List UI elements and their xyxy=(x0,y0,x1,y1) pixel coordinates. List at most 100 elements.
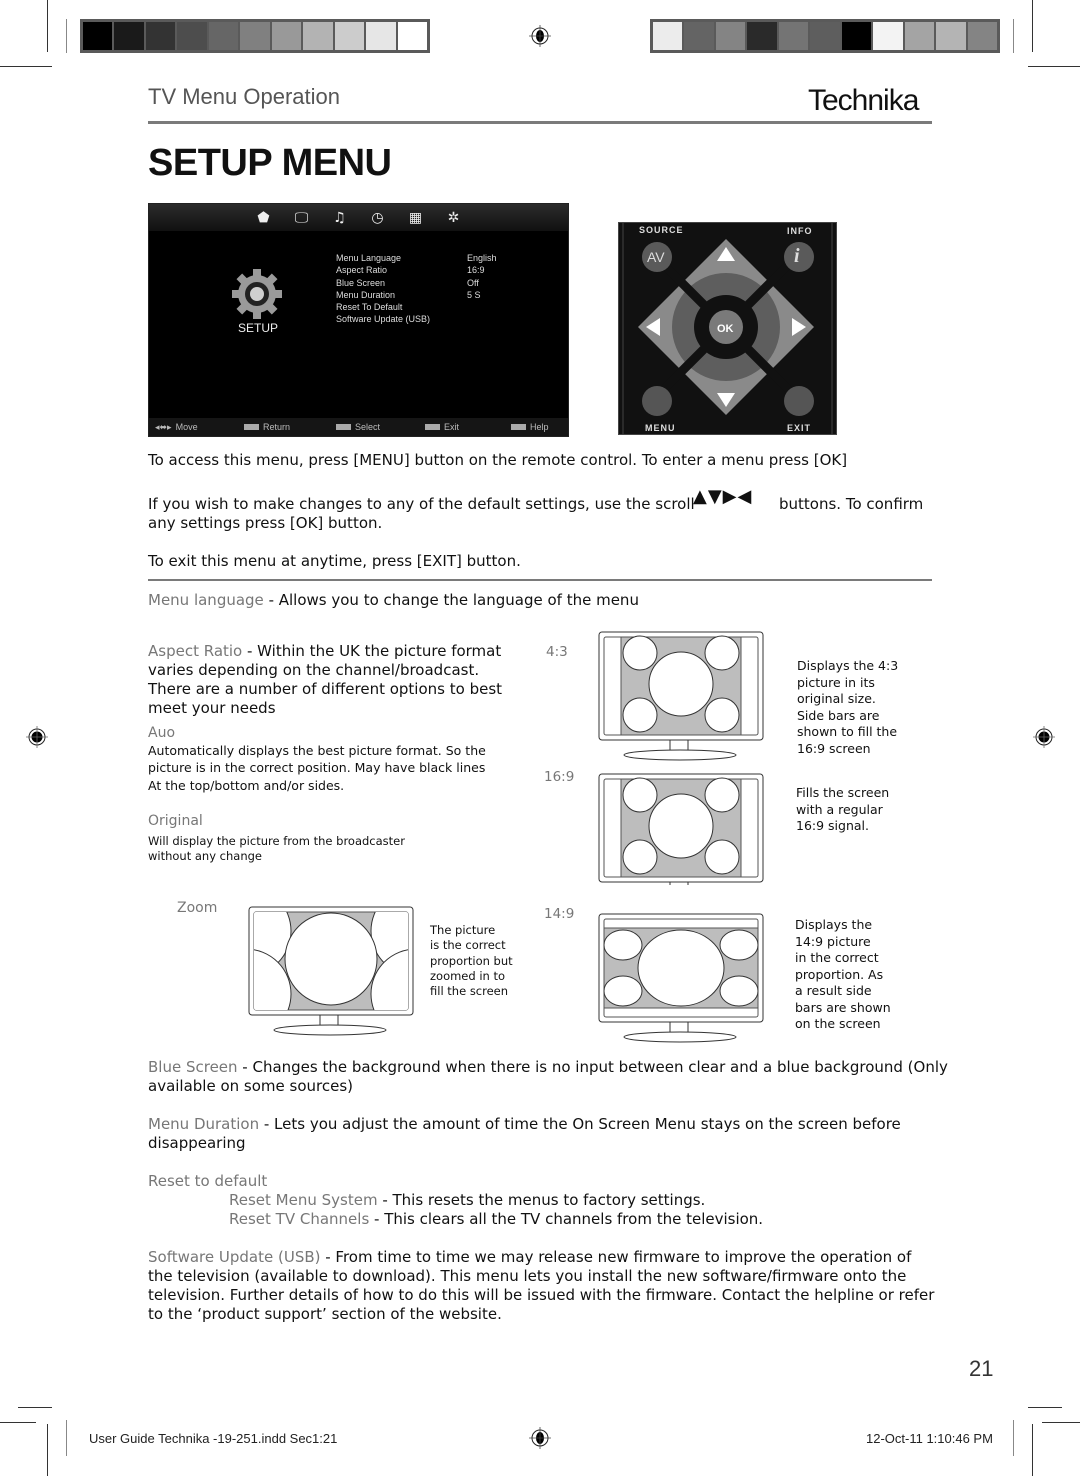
reset-menu-desc: Reset Menu System - This resets the menu… xyxy=(229,1191,705,1210)
menu-language-desc: Menu language - Allows you to change the… xyxy=(148,591,639,610)
zoom-desc: The picture is the correct proportion but z… xyxy=(430,923,513,999)
menu-item-value: 16:9 xyxy=(467,265,485,276)
desc-line: proportion. As xyxy=(795,966,884,982)
desc-line: Displays the xyxy=(795,917,873,932)
menu-item: Aspect Ratio xyxy=(336,265,388,276)
software-update-desc: Software Update (USB) - From time to tim… xyxy=(148,1248,934,1324)
setup-gear-icon: ✲ xyxy=(447,209,460,226)
intro-exit: To exit this menu at anytime, press [EXI… xyxy=(148,552,521,570)
menu-item-value: 5 S xyxy=(467,289,481,300)
desc-line: on the screen xyxy=(795,1016,881,1031)
desc-line: Displays the 4:3 xyxy=(797,658,899,673)
grayscale-color-bar-right xyxy=(650,19,1000,53)
desc: - Lets you adjust the amount of time the… xyxy=(259,1115,901,1133)
menu-item: Menu Language xyxy=(336,253,402,263)
desc: - Within the UK the picture format xyxy=(242,642,502,660)
aspect-ratio-desc: Aspect Ratio - Within the UK the picture… xyxy=(148,642,502,718)
tv-diagram-zoom xyxy=(248,906,414,1036)
menu-label: MENU xyxy=(645,423,676,433)
color-swatch xyxy=(397,22,427,50)
desc: - This resets the menus to factory setti… xyxy=(377,1191,706,1209)
menu-item: Software Update (USB) xyxy=(336,314,431,325)
menu-item-value xyxy=(467,301,497,313)
zoom-term: Zoom xyxy=(177,900,218,916)
color-swatch xyxy=(873,22,903,50)
color-swatch xyxy=(334,22,365,50)
desc-line: shown to fill the xyxy=(797,724,898,739)
color-swatch xyxy=(715,22,746,50)
menu-item: Blue Screen xyxy=(336,277,386,288)
menu-item-list: Menu Language Aspect Ratio Blue Screen Menu… xyxy=(336,252,430,326)
info-icon: i xyxy=(794,245,800,267)
registration-mark-icon xyxy=(529,25,551,47)
scroll-arrows-icon: ▲▼▶◀ xyxy=(693,486,753,507)
desc: disappearing xyxy=(148,1134,246,1152)
desc-line: 14:9 picture xyxy=(795,933,871,949)
desc: - Changes the background when there is n… xyxy=(237,1058,948,1076)
ratio-desc-16-9: Fills the screen with a regular 16:9 signa… xyxy=(796,785,889,835)
desc: television. Further details of how to do… xyxy=(148,1286,935,1304)
tv-diagram-4-3 xyxy=(598,631,764,761)
help-label: Move xyxy=(175,422,198,432)
color-swatch xyxy=(967,22,997,50)
desc-line: The picture xyxy=(430,923,496,937)
term: Menu Duration xyxy=(148,1115,260,1133)
color-swatch xyxy=(303,22,333,50)
ok-button: OK xyxy=(717,323,734,335)
help-item-select: Select xyxy=(336,422,380,432)
intro-access: To access this menu, press [MENU] button… xyxy=(148,451,848,469)
registration-mark-icon xyxy=(26,726,48,748)
desc-line: is the correct xyxy=(430,938,506,953)
desc: to the ‘product support’ section of the … xyxy=(148,1305,502,1323)
term: Reset TV Channels xyxy=(229,1210,370,1228)
color-swatch xyxy=(145,22,176,50)
slug-line xyxy=(1013,19,1014,53)
original-desc: Will display the picture from the broadc… xyxy=(148,834,405,864)
remote-key-icon xyxy=(425,424,440,430)
desc-line: in the correct xyxy=(795,950,879,965)
color-swatch xyxy=(83,22,113,50)
help-label: Select xyxy=(355,422,381,432)
color-swatch xyxy=(366,22,396,50)
remote-key-icon xyxy=(244,424,259,430)
sound-icon: ♫ xyxy=(333,209,346,226)
term: Menu language xyxy=(148,591,264,609)
menu-item-value xyxy=(467,313,497,325)
help-item-help: Help xyxy=(511,422,549,432)
desc: Will display the picture from the broadc… xyxy=(148,834,405,848)
tv-channel-icon: ⬟ xyxy=(257,209,270,226)
crop-mark xyxy=(47,1424,48,1476)
ratio-label-4-3: 4:3 xyxy=(546,644,568,660)
color-swatch xyxy=(841,22,872,50)
crop-mark xyxy=(1032,0,1033,52)
color-swatch xyxy=(208,22,239,50)
section-title: TV Menu Operation xyxy=(148,84,340,109)
ratio-desc-14-9: Displays the 14:9 picture in the correct pr… xyxy=(795,917,891,1033)
term: Aspect Ratio xyxy=(148,642,243,660)
help-label: Help xyxy=(530,422,549,432)
blue-screen-desc: Blue Screen - Changes the background whe… xyxy=(148,1058,948,1096)
help-item-move: ◂⬌▸ Move xyxy=(155,422,198,433)
desc: picture is in the correct position. May … xyxy=(148,759,486,775)
lock-grid-icon: ▦ xyxy=(408,209,423,226)
print-file-slug: User Guide Technika -19-251.indd Sec1:21 xyxy=(89,1431,338,1446)
ratio-label-16-9: 16:9 xyxy=(544,769,575,785)
category-label: SETUP xyxy=(238,321,279,335)
desc-line: Fills the screen xyxy=(796,785,890,800)
ratio-label-14-9: 14:9 xyxy=(544,906,575,922)
desc: - From time to time we may release new f… xyxy=(320,1248,912,1266)
registration-mark-icon xyxy=(529,1427,551,1449)
color-swatch xyxy=(114,22,144,50)
desc-line: 16:9 signal. xyxy=(796,818,869,833)
crop-mark xyxy=(1028,1407,1062,1408)
menu-category-bar: ⬟ 🖵 ♫ ◷ ▦ ✲ xyxy=(149,204,568,231)
ratio-desc-4-3: Displays the 4:3 picture in its original s… xyxy=(797,658,898,757)
info-label: INFO xyxy=(787,226,813,236)
menu-duration-desc: Menu Duration - Lets you adjust the amou… xyxy=(148,1115,901,1153)
desc: meet your needs xyxy=(148,699,276,717)
crop-mark xyxy=(0,1422,36,1423)
desc: Automatically displays the best picture … xyxy=(148,743,486,758)
menu-help-bar: ◂⬌▸ Move Return Select Exit Help xyxy=(149,418,568,436)
setup-gear-icon xyxy=(232,269,282,319)
color-swatch xyxy=(177,22,207,50)
